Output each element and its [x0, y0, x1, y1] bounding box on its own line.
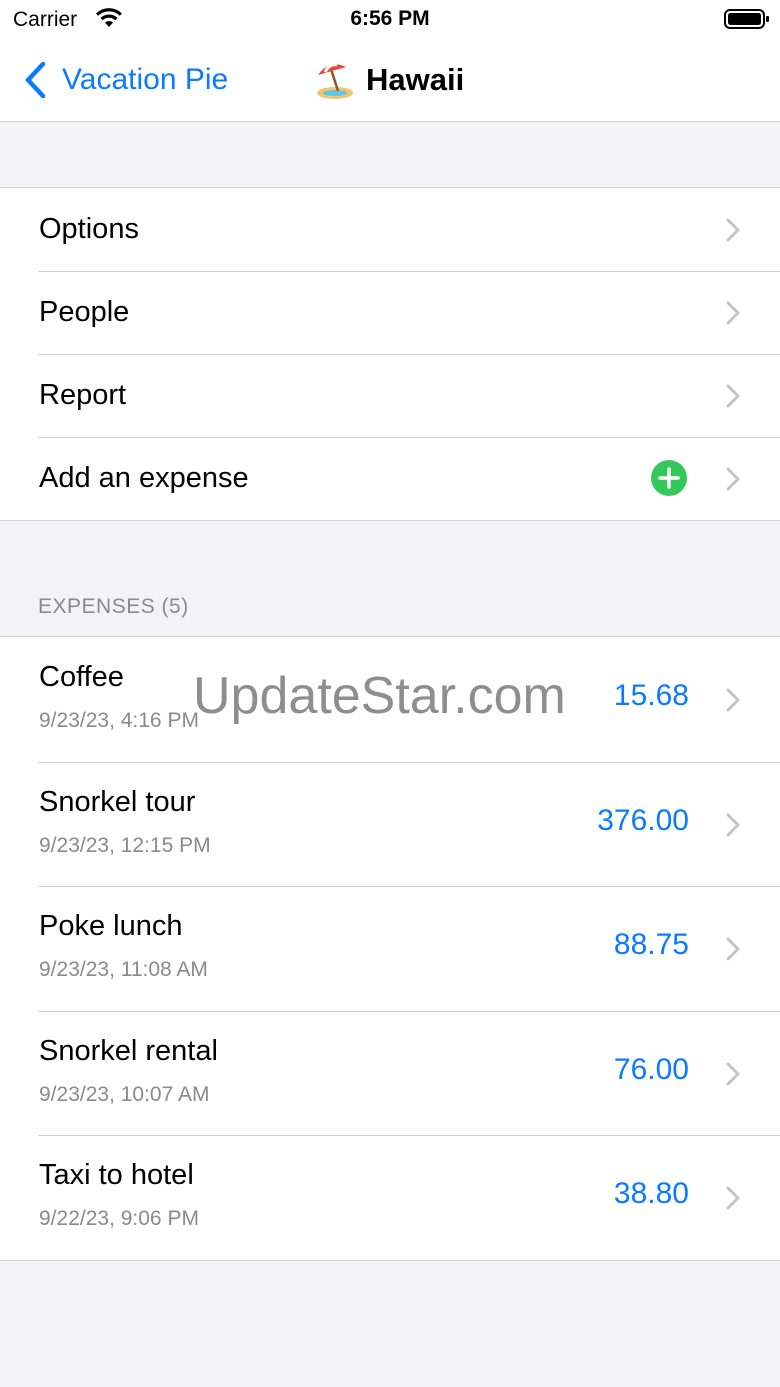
expense-date: 9/23/23, 11:08 AM: [39, 958, 208, 981]
expense-date: 9/22/23, 9:06 PM: [39, 1207, 199, 1230]
expense-date: 9/23/23, 12:15 PM: [39, 833, 211, 857]
menu-item-label: Add an expense: [39, 462, 249, 494]
expense-row[interactable]: Snorkel rental 9/23/23, 10:07 AM 76.00: [0, 1010, 780, 1136]
menu-item-label: Options: [39, 213, 139, 245]
menu-list: Options People Report Add an expense: [0, 187, 780, 521]
plus-circle-icon[interactable]: [651, 460, 687, 496]
navigation-bar: Vacation Pie Hawaii: [0, 40, 780, 122]
chevron-right-icon: [726, 384, 740, 408]
battery-icon: [724, 9, 769, 29]
chevron-right-icon: [726, 467, 740, 491]
back-chevron-icon: [25, 61, 46, 99]
status-bar: Carrier 6:56 PM: [0, 0, 780, 40]
status-time: 6:56 PM: [350, 7, 430, 30]
expense-amount: 76.00: [613, 1052, 689, 1086]
menu-item-people[interactable]: People: [0, 271, 780, 354]
screen: Carrier 6:56 PM Vacation Pie Hawaii Opti…: [0, 0, 780, 1387]
expense-amount: 376.00: [597, 803, 689, 837]
back-button[interactable]: Vacation Pie: [22, 58, 228, 102]
expense-date: 9/23/23, 10:07 AM: [39, 1082, 210, 1106]
expense-name: Coffee: [39, 661, 124, 693]
chevron-right-icon: [726, 1062, 740, 1085]
chevron-right-icon: [726, 301, 740, 325]
expense-row[interactable]: Snorkel tour 9/23/23, 12:15 PM 376.00: [0, 761, 780, 887]
expense-row[interactable]: Taxi to hotel 9/22/23, 9:06 PM 38.80: [0, 1135, 780, 1260]
menu-item-label: Report: [39, 379, 127, 411]
expense-amount: 88.75: [613, 928, 689, 961]
expense-name: Poke lunch: [39, 910, 183, 942]
nav-title-group: Hawaii: [314, 58, 464, 102]
page-title: Hawaii: [366, 62, 465, 97]
expense-date: 9/23/23, 4:16 PM: [39, 709, 199, 732]
expense-row[interactable]: Coffee 9/23/23, 4:16 PM 15.68: [0, 637, 780, 762]
chevron-right-icon: [726, 813, 740, 836]
expense-name: Snorkel rental: [39, 1034, 218, 1067]
menu-item-add-expense[interactable]: Add an expense: [0, 437, 780, 520]
expense-name: Taxi to hotel: [39, 1159, 194, 1191]
chevron-right-icon: [726, 1186, 740, 1210]
back-button-label: Vacation Pie: [62, 63, 229, 96]
expense-name: Snorkel tour: [39, 785, 196, 818]
menu-item-label: People: [39, 296, 130, 328]
expenses-section-header: EXPENSES (5): [38, 595, 189, 618]
expense-amount: 38.80: [613, 1177, 689, 1210]
chevron-right-icon: [726, 218, 740, 242]
beach-umbrella-icon: [317, 63, 353, 99]
expenses-list: Coffee 9/23/23, 4:16 PM 15.68 Snorkel to…: [0, 636, 780, 1261]
expense-amount: 15.68: [613, 679, 689, 712]
menu-item-options[interactable]: Options: [0, 188, 780, 271]
expense-row[interactable]: Poke lunch 9/23/23, 11:08 AM 88.75: [0, 886, 780, 1011]
chevron-right-icon: [726, 937, 740, 961]
chevron-right-icon: [726, 688, 740, 712]
menu-item-report[interactable]: Report: [0, 354, 780, 437]
